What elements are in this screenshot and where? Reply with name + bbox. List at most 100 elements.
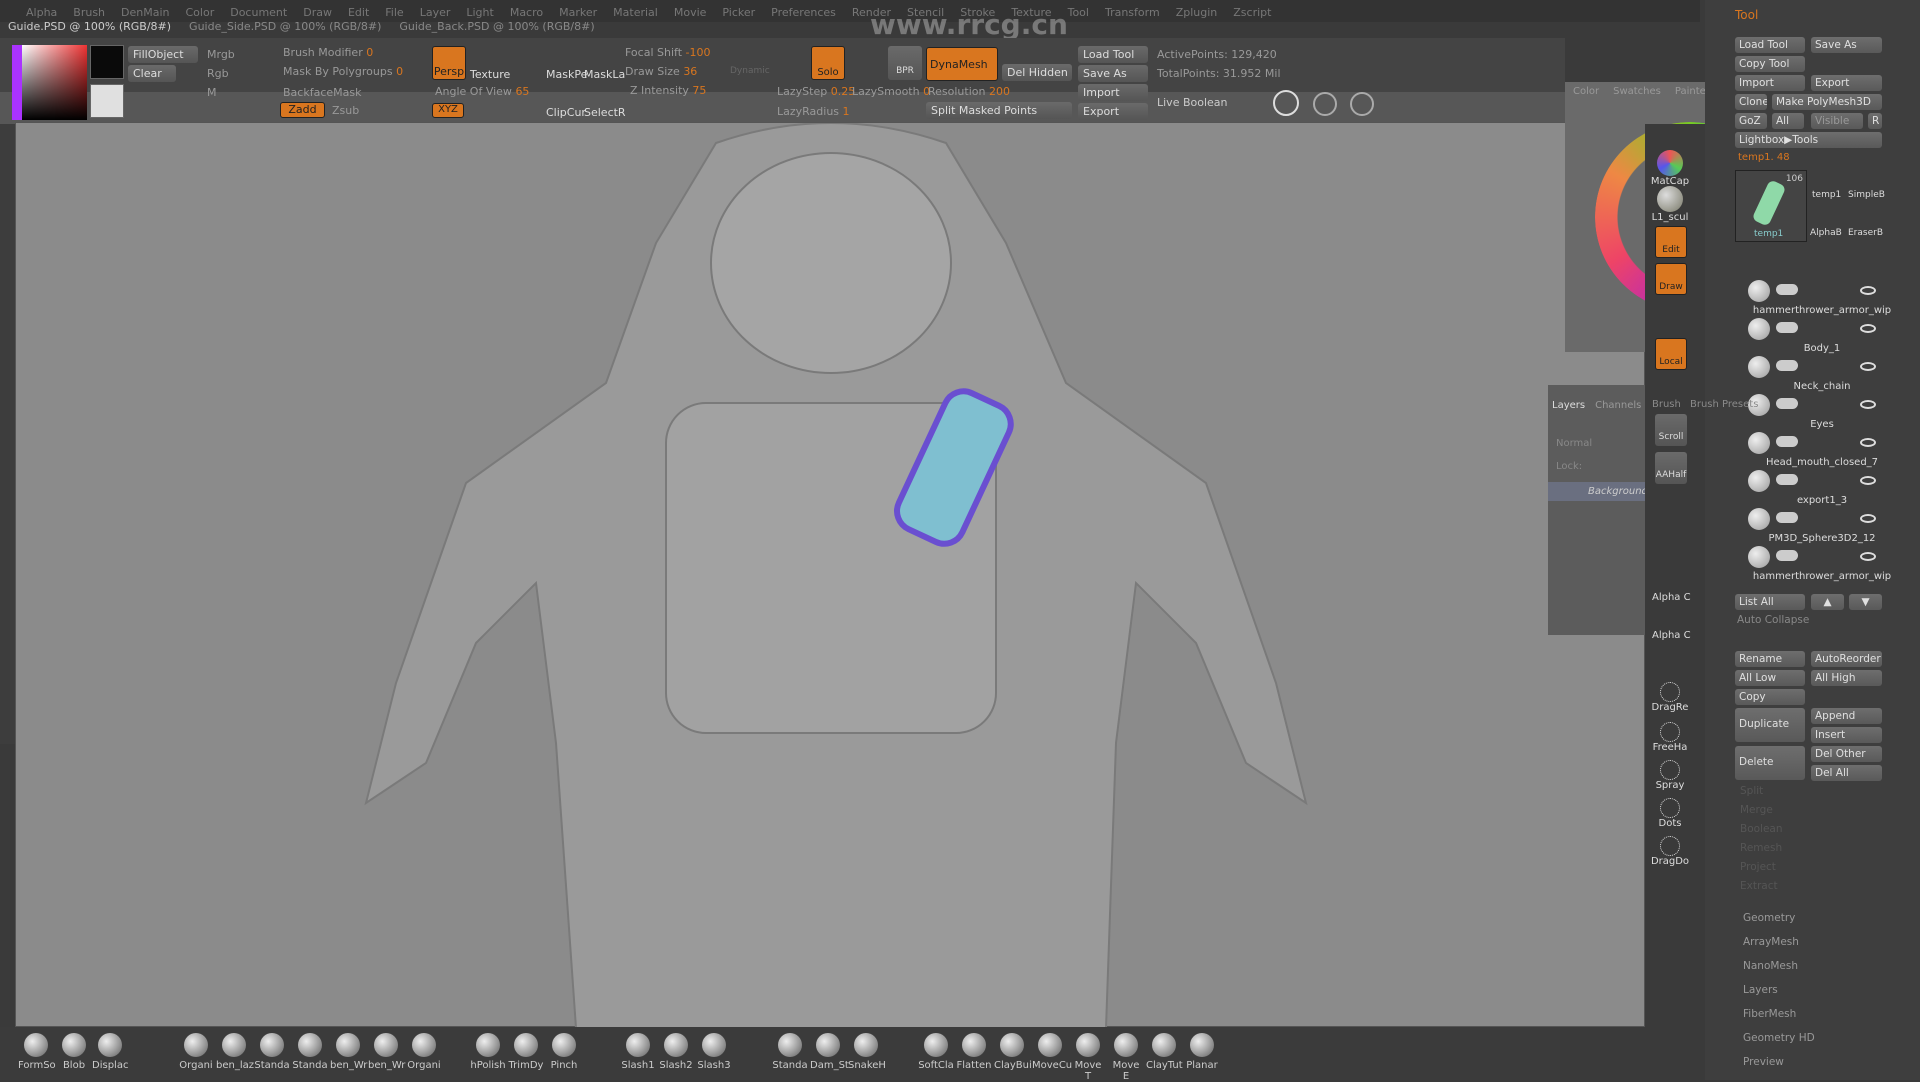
polyframe-toggle[interactable] <box>1776 474 1798 485</box>
matcap-button[interactable]: MatCap <box>1650 150 1690 187</box>
stroke-freeha[interactable]: FreeHa <box>1650 722 1690 753</box>
selectr-button[interactable]: SelectR <box>584 106 626 119</box>
goz-button[interactable]: GoZ <box>1735 113 1767 129</box>
local-button[interactable]: Local <box>1655 338 1687 370</box>
lightbox-tools-button[interactable]: Lightbox▶Tools <box>1735 132 1882 148</box>
solo-button[interactable]: Solo <box>811 46 845 80</box>
polyframe-toggle[interactable] <box>1776 322 1798 333</box>
angle-of-view-slider[interactable]: Angle Of View 65 <box>435 85 529 98</box>
brush-movecu[interactable]: MoveCu <box>1032 1033 1072 1071</box>
doc-tab[interactable]: Guide_Back.PSD @ 100% (RGB/8#) <box>399 20 594 38</box>
brush-slash3[interactable]: Slash3 <box>696 1033 732 1071</box>
brush-organi[interactable]: Organi <box>406 1033 442 1071</box>
subtool-thumb[interactable] <box>1748 546 1770 568</box>
rename-button[interactable]: Rename <box>1735 651 1805 667</box>
subtool-name[interactable]: Neck_chain <box>1752 381 1892 392</box>
subtool-name[interactable]: Head_mouth_closed_7 <box>1752 457 1892 468</box>
subtool-name[interactable]: PM3D_Sphere3D2_12 <box>1752 533 1892 544</box>
subtool-thumb[interactable] <box>1748 432 1770 454</box>
eye-icon[interactable] <box>1860 286 1876 295</box>
move-up-button[interactable]: ▲ <box>1811 594 1844 610</box>
focal-shift-slider[interactable]: Focal Shift -100 <box>625 46 710 59</box>
brush-claytut[interactable]: ClayTut <box>1146 1033 1183 1071</box>
material-button[interactable]: L1_scul <box>1650 186 1690 223</box>
section-geometry[interactable]: Geometry <box>1743 912 1795 924</box>
scroll-button[interactable]: Scroll <box>1655 414 1687 446</box>
tool-thumb-alphab[interactable]: AlphaB <box>1810 228 1842 238</box>
brush-benwr[interactable]: ben_Wr <box>330 1033 367 1071</box>
add-d-icon[interactable] <box>1313 92 1337 116</box>
subtool-thumb[interactable] <box>1748 280 1770 302</box>
maskla-button[interactable]: MaskLa <box>584 68 625 81</box>
blend-mode[interactable]: Normal <box>1556 438 1640 449</box>
resolution-slider[interactable]: Resolution 200 <box>928 85 1010 98</box>
aahalf-button[interactable]: AAHalf <box>1655 452 1687 484</box>
fill-object-button[interactable]: FillObject <box>128 46 198 63</box>
load-tool-button[interactable]: Load Tool <box>1078 46 1148 63</box>
eye-icon[interactable] <box>1860 476 1876 485</box>
brush-pinch[interactable]: Pinch <box>546 1033 582 1071</box>
eye-icon[interactable] <box>1860 324 1876 333</box>
zsub-button[interactable]: Zsub <box>332 104 359 117</box>
add-s-icon[interactable] <box>1350 92 1374 116</box>
polyframe-toggle[interactable] <box>1776 360 1798 371</box>
menu-zscript[interactable]: Zscript <box>1227 6 1277 22</box>
zadd-button[interactable]: Zadd <box>280 102 325 118</box>
lazystep-slider[interactable]: LazyStep 0.25 <box>777 85 855 98</box>
brush-benlaz[interactable]: ben_laz <box>216 1033 254 1071</box>
tab-layers[interactable]: Layers <box>1552 400 1585 411</box>
tool-thumb-simpleb[interactable]: SimpleB <box>1848 190 1885 200</box>
viewport-canvas[interactable] <box>15 122 1645 1029</box>
brush-hpolish[interactable]: hPolish <box>470 1033 506 1071</box>
brush-damst[interactable]: Dam_St <box>810 1033 849 1071</box>
edit-button[interactable]: Edit <box>1655 226 1687 258</box>
del-all-button[interactable]: Del All <box>1811 765 1882 781</box>
rgb-button[interactable]: Rgb <box>207 67 229 80</box>
subtool-name[interactable]: hammerthrower_armor_wip <box>1752 571 1892 582</box>
tab-color[interactable]: Color <box>1573 86 1599 97</box>
section-fibermesh[interactable]: FiberMesh <box>1743 1008 1796 1020</box>
visible-button[interactable]: Visible <box>1811 113 1863 129</box>
import-button[interactable]: Import <box>1078 84 1148 101</box>
dynamic-toggle[interactable]: Dynamic <box>730 66 770 76</box>
secondary-color-swatch[interactable] <box>90 84 124 118</box>
draw-size-slider[interactable]: Draw Size 36 <box>625 65 697 78</box>
eye-icon[interactable] <box>1860 552 1876 561</box>
del-hidden-button[interactable]: Del Hidden <box>1002 64 1072 81</box>
stroke-dragre[interactable]: DragRe <box>1650 682 1690 713</box>
brush-benwr[interactable]: ben_Wr <box>368 1033 405 1071</box>
make-polymesh3d-button[interactable]: Make PolyMesh3D <box>1772 94 1882 110</box>
eye-icon[interactable] <box>1860 514 1876 523</box>
del-other-button[interactable]: Del Other <box>1811 746 1882 762</box>
lazyradius-slider[interactable]: LazyRadius 1 <box>777 105 850 118</box>
import-button[interactable]: Import <box>1735 75 1805 91</box>
stroke-dots[interactable]: Dots <box>1650 798 1690 829</box>
delete-button[interactable]: Delete <box>1735 746 1805 780</box>
doc-tab[interactable]: Guide.PSD @ 100% (RGB/8#) <box>8 20 171 38</box>
auto-collapse-toggle[interactable]: Auto Collapse <box>1737 614 1809 626</box>
polyframe-toggle[interactable] <box>1776 284 1798 295</box>
load-tool-button[interactable]: Load Tool <box>1735 37 1805 53</box>
all-high-button[interactable]: All High <box>1811 670 1882 686</box>
export-button[interactable]: Export <box>1078 103 1148 120</box>
xyz-button[interactable]: XYZ <box>432 103 464 118</box>
copy-tool-button[interactable]: Copy Tool <box>1735 56 1805 72</box>
append-button[interactable]: Append <box>1811 708 1882 724</box>
clipcur-button[interactable]: ClipCur <box>546 106 586 119</box>
polyframe-toggle[interactable] <box>1776 550 1798 561</box>
section-preview[interactable]: Preview <box>1743 1056 1784 1068</box>
menu-zplugin[interactable]: Zplugin <box>1170 6 1224 22</box>
polyframe-toggle[interactable] <box>1776 436 1798 447</box>
move-down-button[interactable]: ▼ <box>1849 594 1882 610</box>
subtool-thumb[interactable] <box>1748 318 1770 340</box>
bpr-button[interactable]: BPR <box>888 46 922 80</box>
tab-brush-presets[interactable]: Brush Presets <box>1690 399 1758 410</box>
brush-claybui[interactable]: ClayBui <box>994 1033 1032 1071</box>
persp-button[interactable]: Persp <box>432 46 466 80</box>
color-picker[interactable] <box>12 45 87 120</box>
polyframe-toggle[interactable] <box>1776 398 1798 409</box>
tab-channels[interactable]: Channels <box>1595 400 1641 411</box>
section-arraymesh[interactable]: ArrayMesh <box>1743 936 1799 948</box>
subtool-thumb[interactable] <box>1748 356 1770 378</box>
subtool-name[interactable]: Eyes <box>1752 419 1892 430</box>
